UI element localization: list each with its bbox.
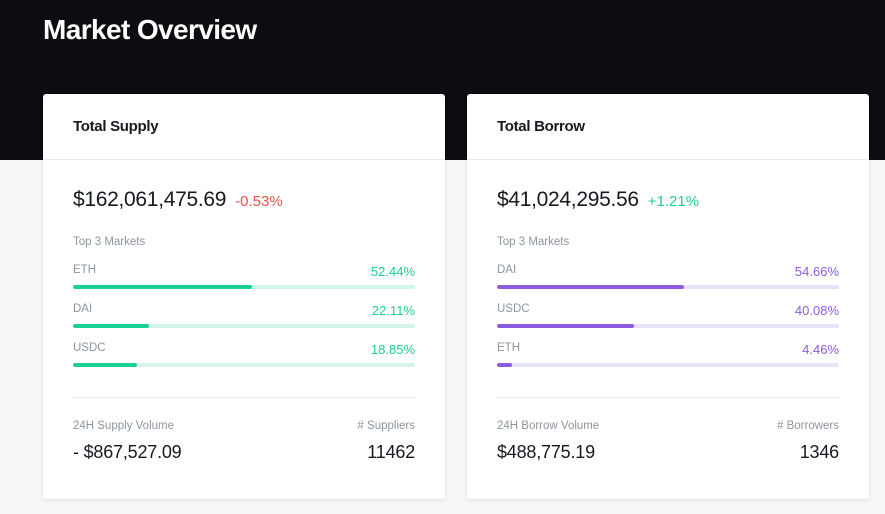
market-name: ETH bbox=[497, 342, 520, 354]
borrowers-count-label: # Borrowers bbox=[777, 420, 839, 432]
total-borrow-card: Total Borrow $41,024,295.56 +1.21% Top 3… bbox=[467, 94, 869, 499]
total-supply-card: Total Supply $162,061,475.69 -0.53% Top … bbox=[43, 94, 445, 499]
market-bar-fill bbox=[497, 324, 635, 328]
card-title: Total Borrow bbox=[497, 118, 585, 135]
market-bar-fill bbox=[497, 363, 513, 367]
market-bar-track bbox=[497, 324, 839, 328]
market-percent: 4.46% bbox=[802, 342, 839, 357]
market-bar-fill bbox=[73, 324, 149, 328]
borrow-market-row[interactable]: ETH 4.46% bbox=[497, 342, 839, 368]
market-bar-track bbox=[73, 324, 415, 328]
market-bar-track bbox=[73, 363, 415, 367]
card-title: Total Supply bbox=[73, 118, 159, 135]
suppliers-count-value: 11462 bbox=[367, 442, 415, 462]
divider bbox=[73, 397, 415, 398]
supply-market-row[interactable]: ETH 52.44% bbox=[73, 264, 415, 290]
supply-change-badge: -0.53% bbox=[235, 193, 283, 210]
market-percent: 54.66% bbox=[794, 264, 839, 279]
card-header: Total Borrow bbox=[467, 94, 869, 160]
card-body: $162,061,475.69 -0.53% Top 3 Markets ETH… bbox=[43, 188, 445, 463]
volume-labels-row: 24H Borrow Volume # Borrowers bbox=[497, 420, 839, 432]
supply-volume-label: 24H Supply Volume bbox=[73, 420, 175, 432]
market-name: DAI bbox=[73, 303, 93, 315]
market-name: USDC bbox=[497, 303, 530, 315]
market-percent: 18.85% bbox=[370, 342, 415, 357]
market-name: ETH bbox=[73, 264, 96, 276]
total-borrow-value: $41,024,295.56 bbox=[497, 188, 639, 211]
top-markets-label: Top 3 Markets bbox=[73, 236, 146, 248]
supply-volume-value: - $867,527.09 bbox=[73, 442, 182, 462]
volume-values-row: $488,775.19 1346 bbox=[497, 442, 839, 463]
borrow-volume-label: 24H Borrow Volume bbox=[497, 420, 600, 432]
suppliers-count-label: # Suppliers bbox=[357, 420, 415, 432]
market-name: USDC bbox=[73, 342, 106, 354]
market-bar-fill bbox=[497, 285, 684, 289]
borrow-volume-value: $488,775.19 bbox=[497, 442, 595, 462]
market-bar-track bbox=[73, 285, 415, 289]
borrowers-count-value: 1346 bbox=[799, 442, 839, 462]
total-supply-value: $162,061,475.69 bbox=[73, 188, 227, 211]
market-bar-track bbox=[497, 285, 839, 289]
top-markets-label: Top 3 Markets bbox=[497, 236, 570, 248]
supply-market-row[interactable]: DAI 22.11% bbox=[73, 303, 415, 329]
divider bbox=[497, 397, 839, 398]
market-percent: 22.11% bbox=[371, 303, 415, 318]
borrow-market-row[interactable]: USDC 40.08% bbox=[497, 303, 839, 329]
total-row: $162,061,475.69 -0.53% bbox=[73, 188, 415, 218]
supply-market-row[interactable]: USDC 18.85% bbox=[73, 342, 415, 368]
market-bar-fill bbox=[73, 285, 253, 289]
total-row: $41,024,295.56 +1.21% bbox=[497, 188, 839, 218]
card-header: Total Supply bbox=[43, 94, 445, 160]
borrow-change-badge: +1.21% bbox=[647, 193, 700, 210]
market-percent: 40.08% bbox=[794, 303, 839, 318]
market-bar-fill bbox=[73, 363, 138, 367]
market-percent: 52.44% bbox=[370, 264, 415, 279]
card-body: $41,024,295.56 +1.21% Top 3 Markets DAI … bbox=[467, 188, 869, 463]
market-name: DAI bbox=[497, 264, 517, 276]
volume-labels-row: 24H Supply Volume # Suppliers bbox=[73, 420, 415, 432]
page-title: Market Overview bbox=[43, 14, 257, 45]
volume-values-row: - $867,527.09 11462 bbox=[73, 442, 415, 463]
borrow-market-row[interactable]: DAI 54.66% bbox=[497, 264, 839, 290]
market-bar-track bbox=[497, 363, 839, 367]
